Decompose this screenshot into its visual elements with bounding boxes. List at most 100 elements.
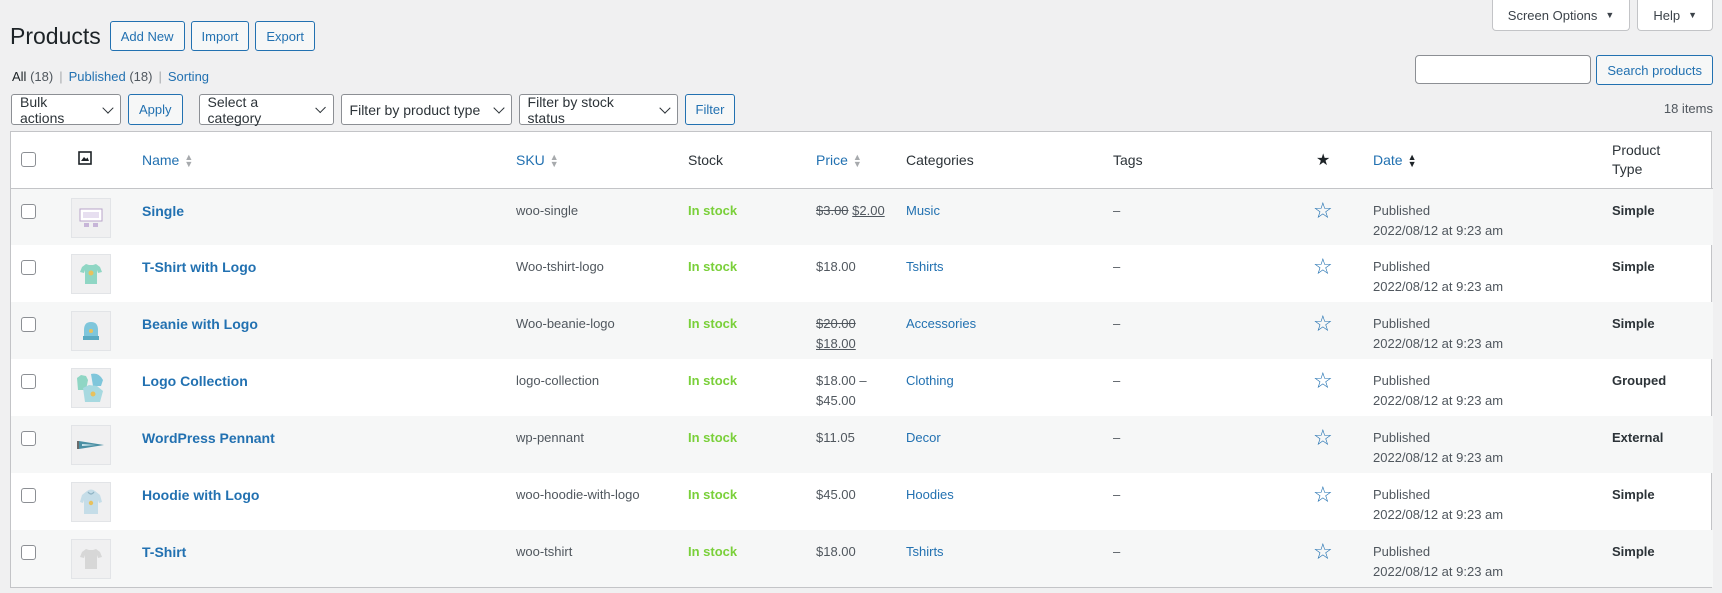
product-type-cell: Grouped bbox=[1612, 373, 1667, 388]
row-checkbox[interactable] bbox=[21, 431, 36, 446]
category-link[interactable]: Hoodies bbox=[906, 487, 954, 502]
collection-icon[interactable] bbox=[71, 368, 111, 408]
stock-status-select[interactable]: Filter by stock status bbox=[518, 93, 678, 126]
stock-status-select-label: Filter by stock status bbox=[527, 93, 614, 126]
product-name-link[interactable]: Logo Collection bbox=[142, 373, 248, 389]
stock-status: In stock bbox=[688, 202, 738, 218]
screen-options-label: Screen Options bbox=[1507, 7, 1598, 23]
date-status: Published bbox=[1373, 316, 1431, 331]
hoodie-icon[interactable] bbox=[71, 482, 111, 522]
apply-button[interactable]: Apply bbox=[128, 94, 183, 125]
product-type-header-line2: Type bbox=[1612, 160, 1643, 177]
album-icon[interactable] bbox=[71, 197, 111, 238]
date-column-header[interactable]: Date ▲ ▼ bbox=[1363, 132, 1602, 189]
select-all-checkbox[interactable] bbox=[21, 152, 36, 168]
image-icon bbox=[78, 151, 92, 166]
view-all-link[interactable]: All (18) bbox=[12, 69, 53, 84]
screen-options-button[interactable]: Screen Options ▼ bbox=[1491, 0, 1631, 31]
name-column-header[interactable]: Name ▲ ▼ bbox=[132, 132, 506, 189]
chevron-down-icon bbox=[659, 101, 671, 114]
date-value: 2022/08/12 at 9:23 am bbox=[1373, 507, 1504, 522]
category-link[interactable]: Tshirts bbox=[906, 259, 944, 274]
product-name-link[interactable]: Hoodie with Logo bbox=[142, 487, 259, 503]
date-status: Published bbox=[1373, 202, 1431, 218]
tshirt-icon[interactable] bbox=[71, 254, 111, 294]
date-header-label: Date bbox=[1373, 151, 1403, 168]
view-all-count: (18) bbox=[30, 69, 54, 84]
product-type-cell: External bbox=[1612, 430, 1664, 445]
product-type-select[interactable]: Filter by product type bbox=[340, 94, 512, 125]
star-outline-icon[interactable]: ☆ bbox=[1313, 311, 1333, 336]
price-cell: $18.00 – $45.00 bbox=[806, 359, 896, 416]
row-checkbox[interactable] bbox=[21, 488, 36, 503]
date-status: Published bbox=[1373, 430, 1431, 445]
view-published-label: Published bbox=[68, 69, 126, 84]
date-value: 2022/08/12 at 9:23 am bbox=[1373, 564, 1504, 579]
category-link[interactable]: Music bbox=[906, 203, 940, 218]
price-cell: $20.00 $18.00 bbox=[806, 302, 896, 359]
items-count: 18 items bbox=[1663, 101, 1713, 116]
table-header-row: Name ▲ ▼ SKU ▲ ▼ Stock Price ▲ ▼ Categories Ta… bbox=[11, 132, 1713, 189]
product-type-cell: Simple bbox=[1612, 544, 1655, 559]
row-checkbox[interactable] bbox=[21, 317, 36, 332]
date-cell: Published 2022/08/12 at 9:23 am bbox=[1363, 245, 1602, 302]
sku-column-header[interactable]: SKU ▲ ▼ bbox=[506, 132, 678, 189]
tags-cell: – bbox=[1113, 373, 1121, 388]
product-name-link[interactable]: T-Shirt bbox=[142, 544, 186, 560]
beanie-icon[interactable] bbox=[71, 311, 111, 351]
tags-cell: – bbox=[1113, 259, 1121, 274]
product-type-column-header: Product Type bbox=[1602, 132, 1713, 189]
category-link[interactable]: Accessories bbox=[906, 316, 976, 331]
import-button[interactable]: Import bbox=[190, 21, 250, 51]
pennant-icon[interactable] bbox=[71, 425, 111, 465]
featured-column-header: ★ bbox=[1303, 132, 1363, 189]
price-column-header[interactable]: Price ▲ ▼ bbox=[806, 132, 896, 189]
row-checkbox[interactable] bbox=[21, 374, 36, 389]
view-published-link[interactable]: Published (18) bbox=[69, 69, 153, 84]
category-select-label: Select a category bbox=[207, 93, 262, 126]
tags-cell: – bbox=[1113, 316, 1121, 331]
sale-price: $2.00 bbox=[852, 202, 885, 218]
export-button[interactable]: Export bbox=[255, 21, 315, 51]
price-cell: $3.00 $2.00 bbox=[806, 188, 896, 245]
product-type-header-line1: Product bbox=[1612, 141, 1661, 158]
filter-button[interactable]: Filter bbox=[684, 94, 736, 125]
help-label: Help bbox=[1653, 7, 1681, 23]
date-cell: Published 2022/08/12 at 9:23 am bbox=[1363, 359, 1602, 416]
star-outline-icon[interactable]: ☆ bbox=[1313, 482, 1333, 507]
star-outline-icon[interactable]: ☆ bbox=[1313, 368, 1333, 393]
tshirt-plain-icon[interactable] bbox=[71, 539, 111, 579]
tags-cell: – bbox=[1113, 487, 1121, 502]
sale-price: $18.00 bbox=[816, 336, 856, 351]
product-name-link[interactable]: T-Shirt with Logo bbox=[142, 259, 256, 275]
sku-header-label: SKU bbox=[516, 151, 545, 168]
name-header-label: Name bbox=[142, 151, 180, 168]
row-checkbox[interactable] bbox=[21, 260, 36, 275]
date-status: Published bbox=[1373, 259, 1431, 274]
category-link[interactable]: Decor bbox=[906, 430, 941, 445]
date-value: 2022/08/12 at 9:23 am bbox=[1373, 450, 1504, 465]
page-header: Products Add New Import Export bbox=[10, 21, 315, 51]
product-name-link[interactable]: WordPress Pennant bbox=[142, 430, 275, 446]
row-checkbox[interactable] bbox=[21, 203, 36, 219]
star-outline-icon[interactable]: ☆ bbox=[1313, 425, 1333, 450]
category-select[interactable]: Select a category bbox=[198, 93, 334, 126]
product-name-link[interactable]: Beanie with Logo bbox=[142, 316, 258, 332]
product-name-link[interactable]: Single bbox=[142, 203, 184, 219]
search-products-button[interactable]: Search products bbox=[1596, 55, 1713, 85]
category-link[interactable]: Clothing bbox=[906, 373, 954, 388]
category-link[interactable]: Tshirts bbox=[906, 544, 944, 559]
row-checkbox[interactable] bbox=[21, 545, 36, 560]
star-outline-icon[interactable]: ☆ bbox=[1313, 254, 1333, 279]
price-range-max: $45.00 bbox=[816, 393, 856, 408]
table-row: Hoodie with Logo woo-hoodie-with-logo In… bbox=[11, 473, 1713, 530]
help-button[interactable]: Help ▼ bbox=[1637, 0, 1713, 31]
bulk-actions-select[interactable]: Bulk actions bbox=[11, 94, 121, 126]
star-outline-icon[interactable]: ☆ bbox=[1313, 539, 1333, 564]
view-sorting-link[interactable]: Sorting bbox=[168, 69, 209, 84]
star-outline-icon[interactable]: ☆ bbox=[1313, 198, 1333, 223]
add-new-button[interactable]: Add New bbox=[109, 21, 185, 51]
search-input[interactable] bbox=[1415, 55, 1592, 84]
date-cell: Published 2022/08/12 at 9:23 am bbox=[1363, 188, 1602, 245]
stock-status: In stock bbox=[688, 316, 738, 331]
